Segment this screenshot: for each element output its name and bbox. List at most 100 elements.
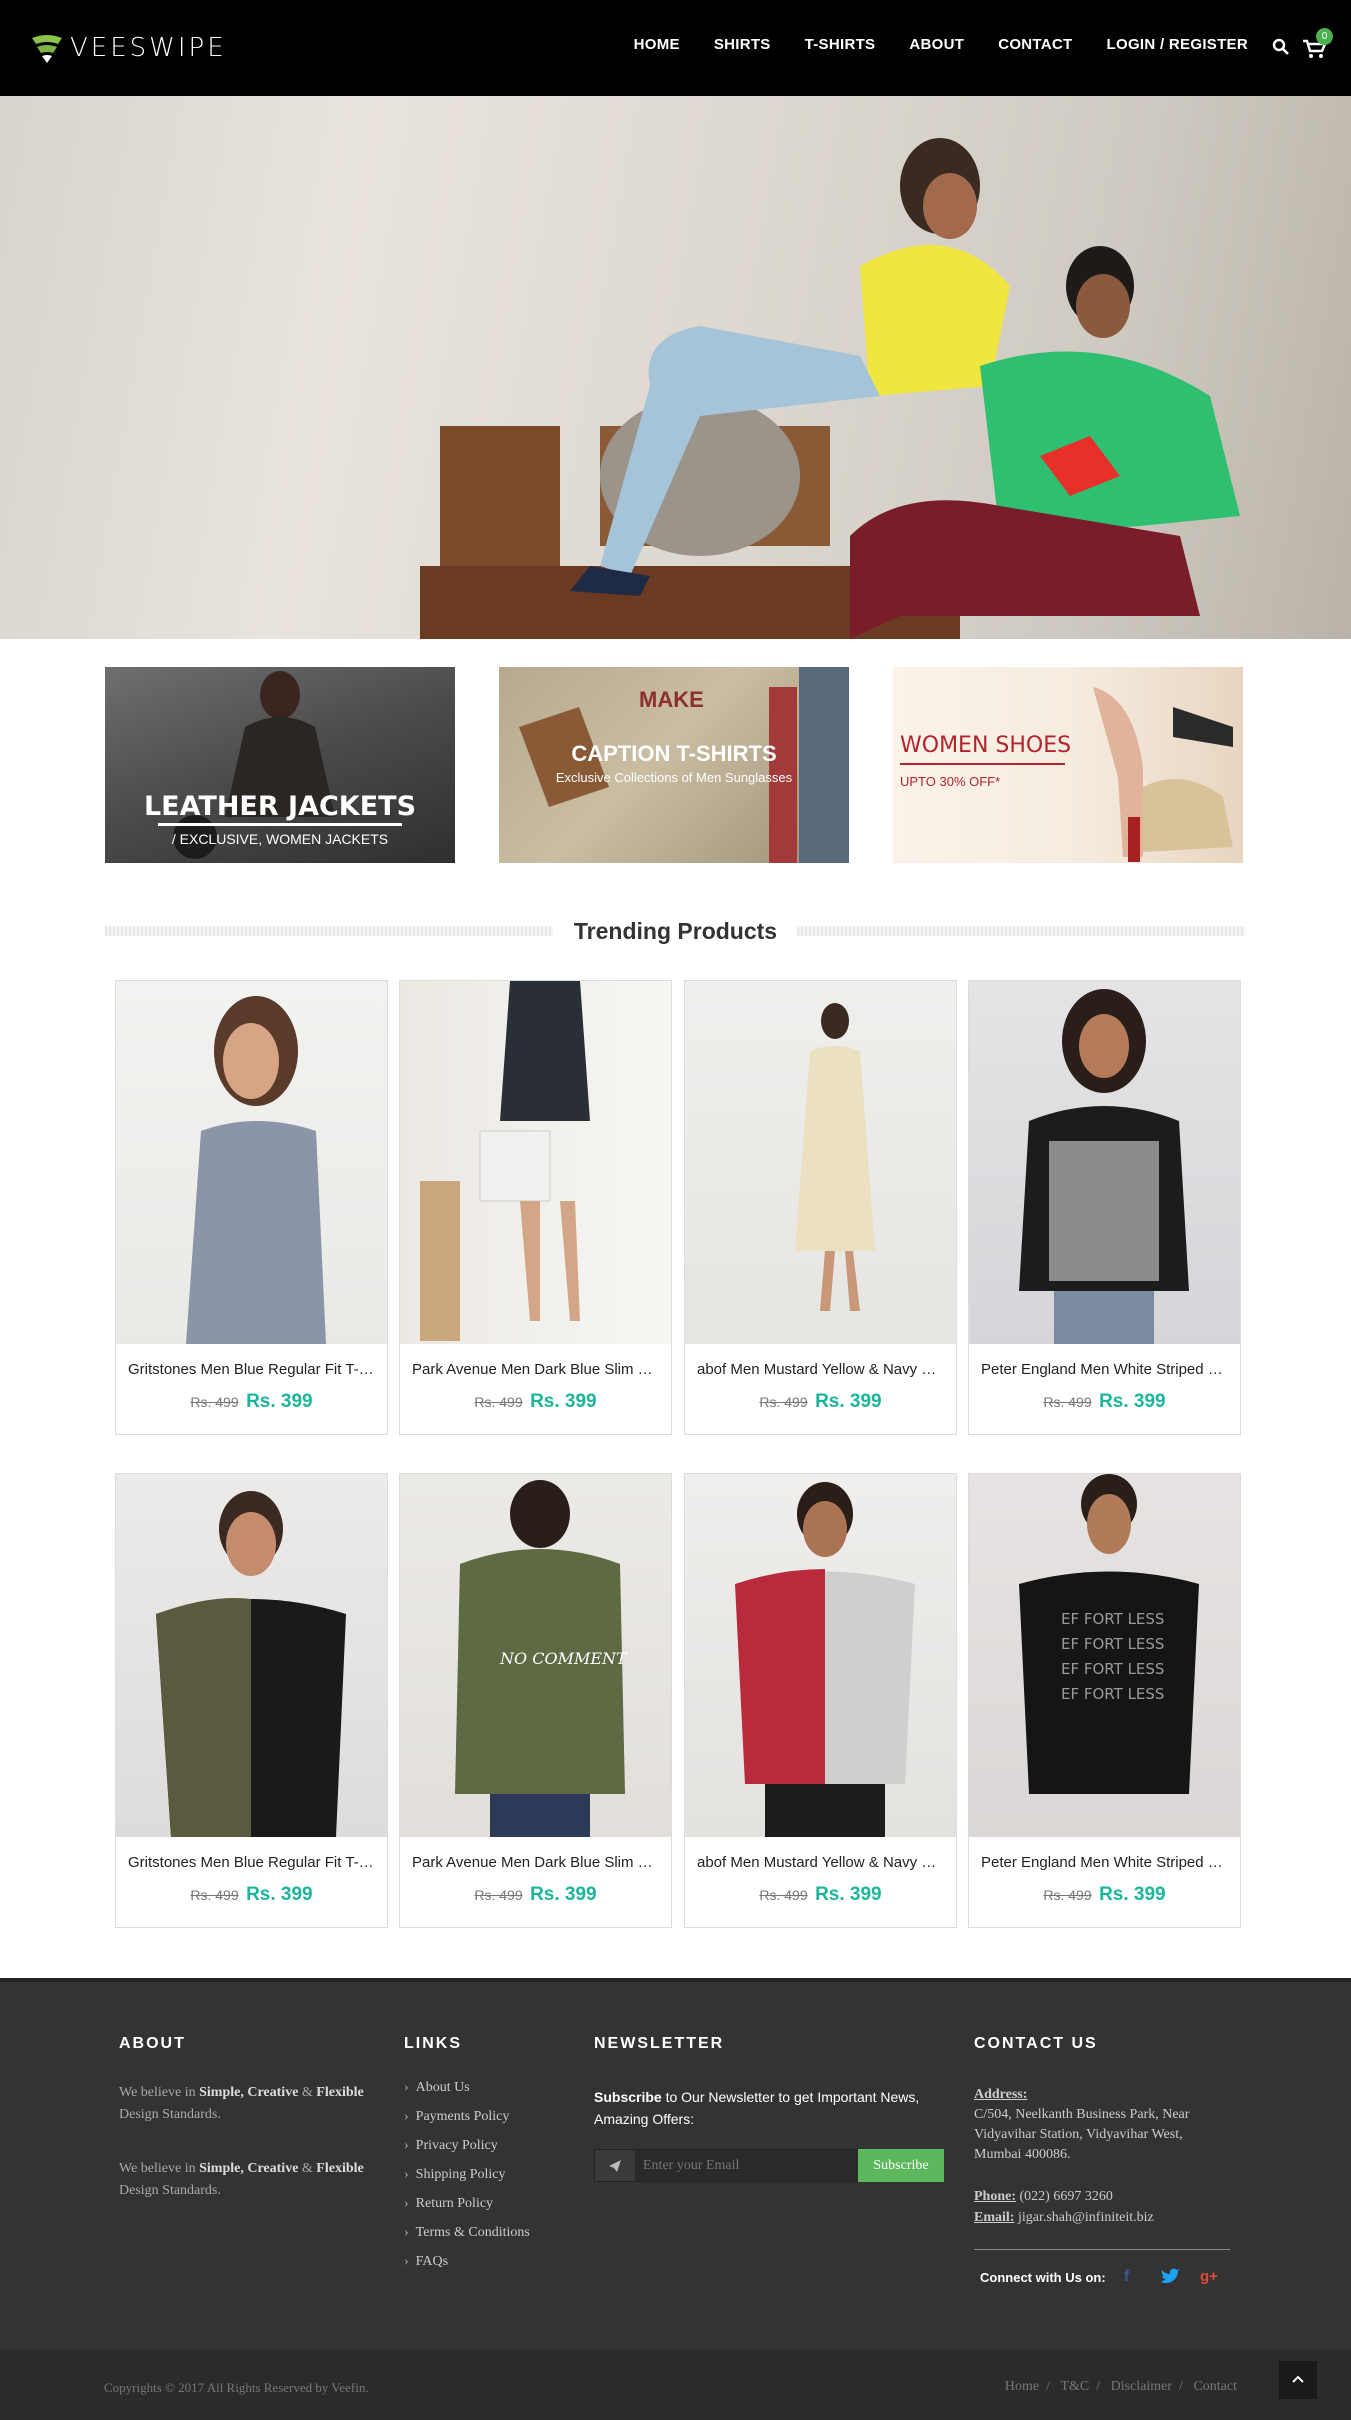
banner-shoes-title: WOMEN SHOES [900, 733, 1072, 758]
product-price: Rs. 499 Rs. 399 [685, 1884, 956, 1906]
new-price: Rs. 399 [530, 1884, 597, 1905]
footer-about-heading: ABOUT [119, 2035, 186, 2052]
new-price: Rs. 399 [815, 1391, 882, 1412]
banner-shoes-image [1093, 687, 1233, 862]
hero-slider[interactable] [0, 96, 1351, 639]
product-card[interactable]: EF FORT LESS EF FORT LESS EF FORT LESS EF F… [968, 1473, 1241, 1928]
product-price: Rs. 499 Rs. 399 [400, 1884, 671, 1906]
nav-home[interactable]: HOME [634, 36, 680, 53]
svg-text:EF FORT LESS: EF FORT LESS [1061, 1635, 1164, 1653]
footer-link-terms[interactable]: Terms & Conditions [404, 2225, 530, 2254]
hero-image [420, 138, 1240, 639]
bottom-link-disclaimer[interactable]: Disclaimer [1111, 2379, 1172, 2394]
footer-about-text-1: We believe in Simple, Creative & Flexibl… [119, 2085, 364, 2122]
banner-leather-divider [158, 823, 402, 826]
bottom-link-tc[interactable]: T&C [1060, 2379, 1089, 2394]
main-menu: HOME SHIRTS T-SHIRTS ABOUT CONTACT LOGIN… [600, 36, 1248, 53]
brand-logo[interactable]: VEESWIPE [30, 32, 227, 64]
product-image [969, 981, 1240, 1344]
product-price: Rs. 499 Rs. 399 [969, 1884, 1240, 1906]
brand-name: VEESWIPE [70, 33, 227, 63]
footer-link-about-us[interactable]: About Us [404, 2080, 530, 2109]
footer-link-shipping-policy[interactable]: Shipping Policy [404, 2167, 530, 2196]
banner-leather-jackets[interactable]: LEATHER JACKETS / EXCLUSIVE, WOMEN JACKE… [105, 667, 455, 863]
twitter-icon[interactable] [1160, 2268, 1180, 2286]
nav-login-register[interactable]: LOGIN / REGISTER [1107, 36, 1248, 53]
product-name[interactable]: Gritstones Men Blue Regular Fit T-Shirt [128, 1854, 375, 1871]
banner-caption-tshirts[interactable]: MAKE CAPTION T-SHIRTS Exclusive Collecti… [499, 667, 849, 863]
new-price: Rs. 399 [815, 1884, 882, 1905]
product-price: Rs. 499 Rs. 399 [116, 1884, 387, 1906]
product-name[interactable]: Gritstones Men Blue Regular Fit T-Shirt [128, 1361, 375, 1378]
search-icon[interactable] [1272, 38, 1290, 56]
product-card[interactable]: abof Men Mustard Yellow & Navy Shirt Rs.… [684, 980, 957, 1435]
subscribe-button[interactable]: Subscribe [858, 2149, 944, 2182]
footer-link-payments-policy[interactable]: Payments Policy [404, 2109, 530, 2138]
product-card[interactable]: Gritstones Men Blue Regular Fit T-Shirt … [115, 980, 388, 1435]
footer-contact-heading: CONTACT US [974, 2035, 1098, 2052]
product-card[interactable]: Park Avenue Men Dark Blue Slim Fit Shirt… [399, 980, 672, 1435]
logo-icon [32, 35, 62, 63]
old-price: Rs. 499 [474, 1394, 523, 1410]
new-price: Rs. 399 [246, 1391, 313, 1412]
footer-link-faqs[interactable]: FAQs [404, 2254, 530, 2283]
footer-bottom-nav: Home / T&C / Disclaimer / Contact [1004, 2379, 1237, 2394]
contact-address: Address: C/504, Neelkanth Business Park, … [974, 2087, 1190, 2162]
product-name[interactable]: Peter England Men White Striped Shirt [981, 1361, 1228, 1378]
old-price: Rs. 499 [1043, 1887, 1092, 1903]
nav-about[interactable]: ABOUT [909, 36, 964, 53]
product-image [400, 981, 671, 1344]
chevron-up-icon [1292, 2375, 1304, 2383]
product-name[interactable]: abof Men Mustard Yellow & Navy Shirt [697, 1361, 944, 1378]
old-price: Rs. 499 [1043, 1394, 1092, 1410]
product-name[interactable]: Peter England Men White Striped Shirt [981, 1854, 1228, 1871]
nav-tshirts[interactable]: T-SHIRTS [805, 36, 876, 53]
top-navbar: VEESWIPE HOME SHIRTS T-SHIRTS ABOUT CONT… [0, 0, 1351, 96]
product-card[interactable]: abof Men Mustard Yellow & Navy Shirt Rs.… [684, 1473, 957, 1928]
banner-leather-subtitle: / EXCLUSIVE, WOMEN JACKETS [171, 831, 389, 847]
product-image [116, 1474, 387, 1837]
product-name[interactable]: Park Avenue Men Dark Blue Slim Fit Shirt [412, 1854, 659, 1871]
product-card[interactable]: Gritstones Men Blue Regular Fit T-Shirt … [115, 1473, 388, 1928]
bottom-link-contact[interactable]: Contact [1193, 2379, 1237, 2394]
facebook-icon[interactable]: f [1124, 2268, 1129, 2286]
banner-shoes-subtitle: UPTO 30% OFF* [900, 774, 1001, 789]
product-card[interactable]: Peter England Men White Striped Shirt Rs… [968, 980, 1241, 1435]
footer-links-heading: LINKS [404, 2035, 462, 2052]
newsletter-text: Subscribe to Our Newsletter to get Impor… [594, 2089, 920, 2127]
footer-newsletter-heading: NEWSLETTER [594, 2035, 725, 2052]
paper-plane-icon [595, 2150, 635, 2181]
newsletter-email-input[interactable] [643, 2157, 843, 2175]
product-image: NO COMMENT [400, 1474, 671, 1837]
cart-count-badge: 0 [1316, 28, 1333, 45]
footer-about-text-2: We believe in Simple, Creative & Flexibl… [119, 2161, 364, 2198]
banner-caption-title: CAPTION T-SHIRTS [571, 741, 777, 766]
contact-divider [974, 2249, 1230, 2250]
product-name[interactable]: Park Avenue Men Dark Blue Slim Fit Shirt [412, 1361, 659, 1378]
scroll-to-top-button[interactable] [1279, 2361, 1317, 2399]
footer-link-privacy-policy[interactable]: Privacy Policy [404, 2138, 530, 2167]
google-plus-icon[interactable]: g+ [1200, 2268, 1218, 2285]
product-image [116, 981, 387, 1344]
contact-email[interactable]: Email: jigar.shah@infiniteit.biz [974, 2208, 1154, 2228]
svg-text:NO COMMENT: NO COMMENT [499, 1649, 628, 1668]
banner-caption-subtitle: Exclusive Collections of Men Sunglasses [555, 770, 793, 785]
product-name[interactable]: abof Men Mustard Yellow & Navy Shirt [697, 1854, 944, 1871]
product-card[interactable]: NO COMMENT Park Avenue Men Dark Blue Sli… [399, 1473, 672, 1928]
product-price: Rs. 499 Rs. 399 [969, 1391, 1240, 1413]
footer-link-return-policy[interactable]: Return Policy [404, 2196, 530, 2225]
banner-women-shoes[interactable]: WOMEN SHOES UPTO 30% OFF* [893, 667, 1243, 863]
svg-text:EF FORT LESS: EF FORT LESS [1061, 1660, 1164, 1678]
section-title: Trending Products [573, 918, 778, 944]
product-price: Rs. 499 Rs. 399 [685, 1391, 956, 1413]
nav-shirts[interactable]: SHIRTS [714, 36, 771, 53]
connect-label: Connect with Us on: [980, 2270, 1106, 2285]
nav-contact[interactable]: CONTACT [998, 36, 1072, 53]
product-price: Rs. 499 Rs. 399 [116, 1391, 387, 1413]
old-price: Rs. 499 [190, 1887, 239, 1903]
banner-leather-title: LEATHER JACKETS [143, 791, 417, 822]
new-price: Rs. 399 [246, 1884, 313, 1905]
footer-links-list: About Us Payments Policy Privacy Policy … [404, 2080, 530, 2283]
product-price: Rs. 499 Rs. 399 [400, 1391, 671, 1413]
bottom-link-home[interactable]: Home [1005, 2379, 1039, 2394]
